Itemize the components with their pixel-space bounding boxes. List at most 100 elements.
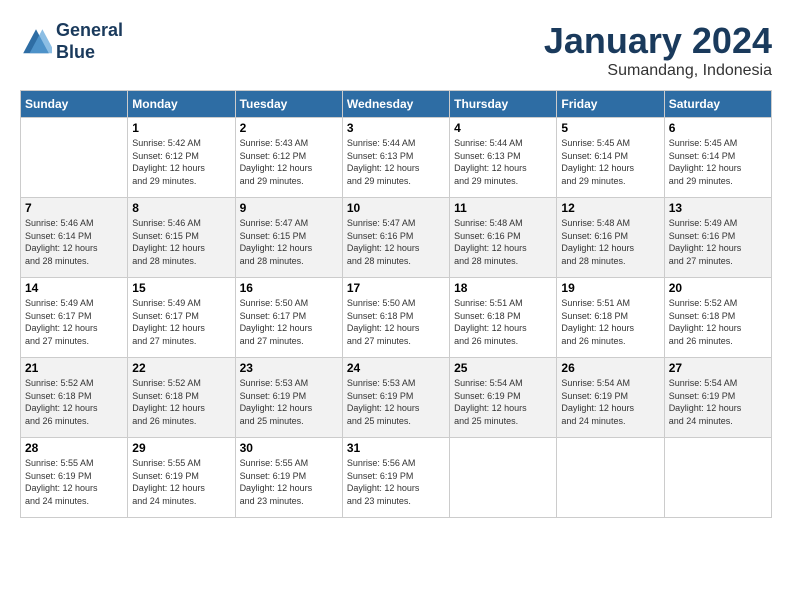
day-number: 18	[454, 281, 552, 295]
day-number: 14	[25, 281, 123, 295]
calendar-cell	[557, 438, 664, 518]
calendar-cell	[450, 438, 557, 518]
day-number: 25	[454, 361, 552, 375]
day-number: 21	[25, 361, 123, 375]
day-number: 26	[561, 361, 659, 375]
weekday-header-friday: Friday	[557, 91, 664, 118]
day-detail: Sunrise: 5:45 AMSunset: 6:14 PMDaylight:…	[669, 137, 767, 187]
day-detail: Sunrise: 5:44 AMSunset: 6:13 PMDaylight:…	[347, 137, 445, 187]
calendar-cell: 24 Sunrise: 5:53 AMSunset: 6:19 PMDayligh…	[342, 358, 449, 438]
calendar-cell: 2Sunrise: 5:43 AMSunset: 6:12 PMDaylight…	[235, 118, 342, 198]
day-number: 17	[347, 281, 445, 295]
day-number: 16	[240, 281, 338, 295]
calendar-cell: 25 Sunrise: 5:54 AMSunset: 6:19 PMDayligh…	[450, 358, 557, 438]
day-number: 24	[347, 361, 445, 375]
calendar-cell: 5 Sunrise: 5:45 AMSunset: 6:14 PMDaylight…	[557, 118, 664, 198]
day-detail: Sunrise: 5:47 AMSunset: 6:16 PMDaylight:…	[347, 217, 445, 267]
day-number: 30	[240, 441, 338, 455]
calendar-cell: 27Sunrise: 5:54 AMSunset: 6:19 PMDayligh…	[664, 358, 771, 438]
day-number: 29	[132, 441, 230, 455]
day-detail: Sunrise: 5:55 AMSunset: 6:19 PMDaylight:…	[25, 457, 123, 507]
logo-icon	[20, 26, 52, 58]
calendar-cell: 14Sunrise: 5:49 AMSunset: 6:17 PMDayligh…	[21, 278, 128, 358]
day-number: 9	[240, 201, 338, 215]
calendar-cell: 7 Sunrise: 5:46 AMSunset: 6:14 PMDaylight…	[21, 198, 128, 278]
week-row-5: 28Sunrise: 5:55 AMSunset: 6:19 PMDayligh…	[21, 438, 772, 518]
calendar-cell: 29 Sunrise: 5:55 AMSunset: 6:19 PMDayligh…	[128, 438, 235, 518]
day-number: 23	[240, 361, 338, 375]
calendar-cell: 11Sunrise: 5:48 AMSunset: 6:16 PMDayligh…	[450, 198, 557, 278]
weekday-header-thursday: Thursday	[450, 91, 557, 118]
calendar-cell: 15 Sunrise: 5:49 AMSunset: 6:17 PMDayligh…	[128, 278, 235, 358]
calendar-cell: 20Sunrise: 5:52 AMSunset: 6:18 PMDayligh…	[664, 278, 771, 358]
day-detail: Sunrise: 5:51 AMSunset: 6:18 PMDaylight:…	[561, 297, 659, 347]
calendar-cell: 3 Sunrise: 5:44 AMSunset: 6:13 PMDaylight…	[342, 118, 449, 198]
logo: General Blue	[20, 20, 123, 63]
calendar-cell: 31Sunrise: 5:56 AMSunset: 6:19 PMDayligh…	[342, 438, 449, 518]
day-number: 7	[25, 201, 123, 215]
day-detail: Sunrise: 5:43 AMSunset: 6:12 PMDaylight:…	[240, 137, 338, 187]
calendar-cell: 22Sunrise: 5:52 AMSunset: 6:18 PMDayligh…	[128, 358, 235, 438]
calendar-cell: 4 Sunrise: 5:44 AMSunset: 6:13 PMDaylight…	[450, 118, 557, 198]
day-number: 20	[669, 281, 767, 295]
day-number: 10	[347, 201, 445, 215]
day-detail: Sunrise: 5:55 AMSunset: 6:19 PMDaylight:…	[240, 457, 338, 507]
day-number: 6	[669, 121, 767, 135]
day-number: 13	[669, 201, 767, 215]
day-detail: Sunrise: 5:54 AMSunset: 6:19 PMDaylight:…	[454, 377, 552, 427]
weekday-header-saturday: Saturday	[664, 91, 771, 118]
calendar-cell: 13 Sunrise: 5:49 AMSunset: 6:16 PMDayligh…	[664, 198, 771, 278]
day-detail: Sunrise: 5:44 AMSunset: 6:13 PMDaylight:…	[454, 137, 552, 187]
weekday-header-sunday: Sunday	[21, 91, 128, 118]
day-number: 19	[561, 281, 659, 295]
day-number: 15	[132, 281, 230, 295]
day-detail: Sunrise: 5:46 AMSunset: 6:14 PMDaylight:…	[25, 217, 123, 267]
calendar-cell: 9 Sunrise: 5:47 AMSunset: 6:15 PMDaylight…	[235, 198, 342, 278]
calendar-cell: 23 Sunrise: 5:53 AMSunset: 6:19 PMDayligh…	[235, 358, 342, 438]
calendar-cell: 28Sunrise: 5:55 AMSunset: 6:19 PMDayligh…	[21, 438, 128, 518]
calendar-cell: 30 Sunrise: 5:55 AMSunset: 6:19 PMDayligh…	[235, 438, 342, 518]
day-detail: Sunrise: 5:49 AMSunset: 6:16 PMDaylight:…	[669, 217, 767, 267]
week-row-4: 21 Sunrise: 5:52 AMSunset: 6:18 PMDayligh…	[21, 358, 772, 438]
day-number: 8	[132, 201, 230, 215]
day-detail: Sunrise: 5:53 AMSunset: 6:19 PMDaylight:…	[347, 377, 445, 427]
day-number: 1	[132, 121, 230, 135]
day-number: 22	[132, 361, 230, 375]
page-header: General Blue January 2024 Sumandang, Ind…	[20, 20, 772, 80]
day-detail: Sunrise: 5:46 AMSunset: 6:15 PMDaylight:…	[132, 217, 230, 267]
day-detail: Sunrise: 5:56 AMSunset: 6:19 PMDaylight:…	[347, 457, 445, 507]
day-detail: Sunrise: 5:42 AMSunset: 6:12 PMDaylight:…	[132, 137, 230, 187]
calendar-cell: 18 Sunrise: 5:51 AMSunset: 6:18 PMDayligh…	[450, 278, 557, 358]
weekday-header-tuesday: Tuesday	[235, 91, 342, 118]
calendar-cell: 10 Sunrise: 5:47 AMSunset: 6:16 PMDayligh…	[342, 198, 449, 278]
day-detail: Sunrise: 5:48 AMSunset: 6:16 PMDaylight:…	[454, 217, 552, 267]
calendar-cell: 1 Sunrise: 5:42 AMSunset: 6:12 PMDaylight…	[128, 118, 235, 198]
calendar-cell: 19 Sunrise: 5:51 AMSunset: 6:18 PMDayligh…	[557, 278, 664, 358]
calendar-cell: 6 Sunrise: 5:45 AMSunset: 6:14 PMDaylight…	[664, 118, 771, 198]
day-detail: Sunrise: 5:45 AMSunset: 6:14 PMDaylight:…	[561, 137, 659, 187]
day-detail: Sunrise: 5:53 AMSunset: 6:19 PMDaylight:…	[240, 377, 338, 427]
day-number: 12	[561, 201, 659, 215]
calendar-cell: 21 Sunrise: 5:52 AMSunset: 6:18 PMDayligh…	[21, 358, 128, 438]
calendar-table: SundayMondayTuesdayWednesdayThursdayFrid…	[20, 90, 772, 518]
day-detail: Sunrise: 5:54 AMSunset: 6:19 PMDaylight:…	[561, 377, 659, 427]
weekday-header-monday: Monday	[128, 91, 235, 118]
day-detail: Sunrise: 5:51 AMSunset: 6:18 PMDaylight:…	[454, 297, 552, 347]
location-subtitle: Sumandang, Indonesia	[544, 62, 772, 80]
day-detail: Sunrise: 5:47 AMSunset: 6:15 PMDaylight:…	[240, 217, 338, 267]
day-detail: Sunrise: 5:54 AMSunset: 6:19 PMDaylight:…	[669, 377, 767, 427]
day-number: 3	[347, 121, 445, 135]
title-block: January 2024 Sumandang, Indonesia	[544, 20, 772, 80]
logo-text: General Blue	[56, 20, 123, 63]
day-number: 4	[454, 121, 552, 135]
day-number: 5	[561, 121, 659, 135]
day-detail: Sunrise: 5:55 AMSunset: 6:19 PMDaylight:…	[132, 457, 230, 507]
calendar-cell: 8 Sunrise: 5:46 AMSunset: 6:15 PMDaylight…	[128, 198, 235, 278]
weekday-header-row: SundayMondayTuesdayWednesdayThursdayFrid…	[21, 91, 772, 118]
day-detail: Sunrise: 5:49 AMSunset: 6:17 PMDaylight:…	[132, 297, 230, 347]
day-detail: Sunrise: 5:52 AMSunset: 6:18 PMDaylight:…	[25, 377, 123, 427]
calendar-cell: 26 Sunrise: 5:54 AMSunset: 6:19 PMDayligh…	[557, 358, 664, 438]
day-detail: Sunrise: 5:50 AMSunset: 6:17 PMDaylight:…	[240, 297, 338, 347]
calendar-cell: 17Sunrise: 5:50 AMSunset: 6:18 PMDayligh…	[342, 278, 449, 358]
calendar-cell	[21, 118, 128, 198]
